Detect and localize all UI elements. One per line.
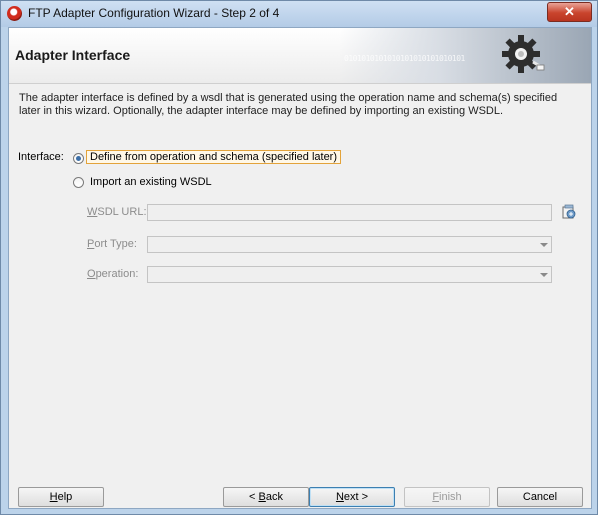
wizard-header: Adapter Interface 0101010101010101010101… xyxy=(9,28,591,84)
ftp-adapter-icon xyxy=(7,6,22,21)
wizard-window: FTP Adapter Configuration Wizard - Step … xyxy=(0,0,598,515)
wizard-body: Adapter Interface 0101010101010101010101… xyxy=(8,27,592,509)
gear-plug-icon xyxy=(502,35,545,73)
page-title: Adapter Interface xyxy=(15,47,131,63)
operation-combo[interactable] xyxy=(147,266,552,283)
next-button[interactable]: Next > xyxy=(309,487,395,507)
cancel-button[interactable]: Cancel xyxy=(497,487,583,507)
description-text: The adapter interface is defined by a ws… xyxy=(19,92,558,117)
define-from-operation-label[interactable]: Define from operation and schema (specif… xyxy=(86,150,342,164)
finish-button: Finish xyxy=(404,487,490,507)
help-button[interactable]: Help xyxy=(18,487,104,507)
import-wsdl-label[interactable]: Import an existing WSDL xyxy=(90,176,212,188)
window-title: FTP Adapter Configuration Wizard - Step … xyxy=(28,6,280,20)
close-button[interactable]: ✕ xyxy=(547,2,592,22)
browse-wsdl-icon[interactable] xyxy=(561,204,577,220)
port-type-label: Port Type: xyxy=(87,238,137,250)
binary-decoration: 0101010101010101010101010101 xyxy=(344,54,465,63)
back-button[interactable]: < Back xyxy=(223,487,309,507)
operation-label: Operation: xyxy=(87,268,139,280)
wsdl-url-input[interactable] xyxy=(147,204,552,221)
define-from-operation-radio[interactable] xyxy=(73,153,84,164)
interface-label: Interface: xyxy=(18,151,64,163)
chevron-down-icon[interactable] xyxy=(540,273,548,277)
import-wsdl-radio[interactable] xyxy=(73,177,84,188)
wsdl-url-label: WSDL URL: xyxy=(87,206,147,218)
chevron-down-icon[interactable] xyxy=(540,243,548,247)
port-type-combo[interactable] xyxy=(147,236,552,253)
title-bar[interactable]: FTP Adapter Configuration Wizard - Step … xyxy=(1,1,597,27)
